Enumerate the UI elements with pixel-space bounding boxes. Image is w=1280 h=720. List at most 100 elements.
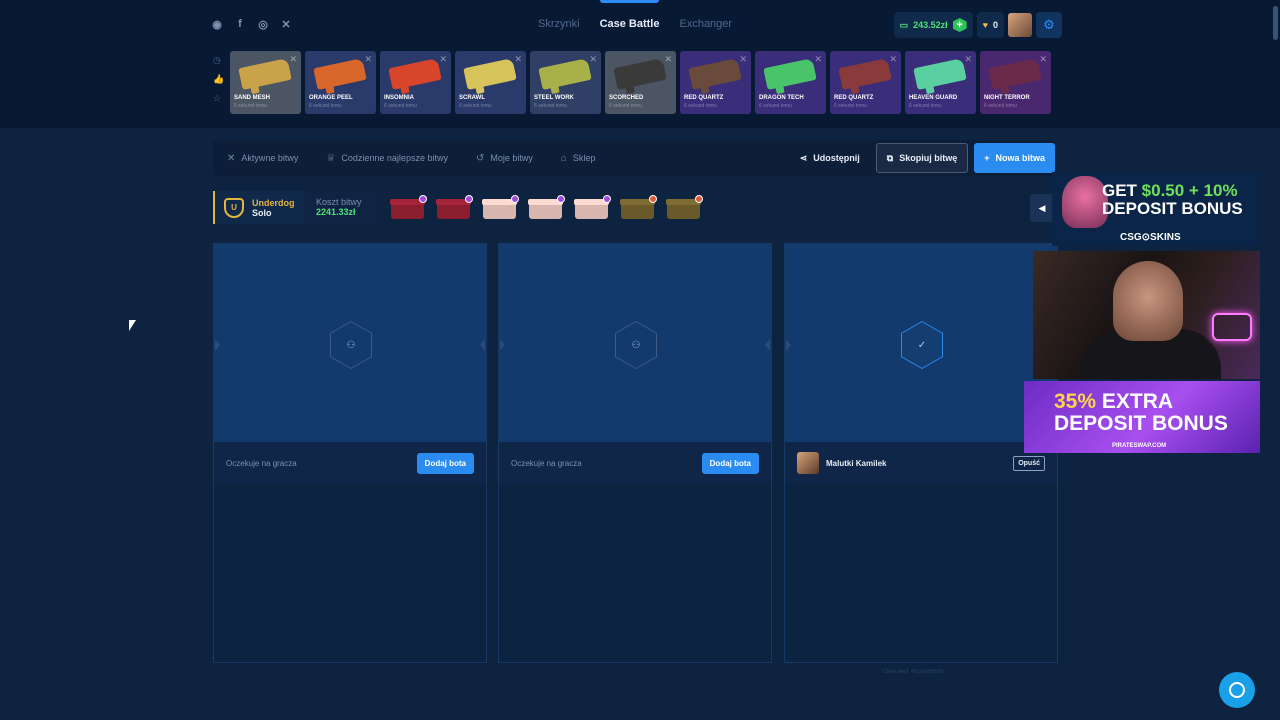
tab-daily-best[interactable]: ♕ Codzienne najlepsze bitwy bbox=[326, 153, 448, 164]
case-thumbnail[interactable] bbox=[528, 194, 565, 221]
close-icon[interactable]: ✕ bbox=[964, 54, 972, 65]
player-name: Malutki Kamilek bbox=[826, 458, 887, 468]
live-drop-card[interactable]: ✕ NIGHT TERROR 6 sekund temu bbox=[980, 51, 1051, 114]
close-icon[interactable]: ✕ bbox=[739, 54, 747, 65]
underdog-shield-icon: U bbox=[224, 197, 244, 218]
live-drop-card[interactable]: ✕ SCORCHED 6 sekund temu bbox=[605, 51, 676, 114]
user-avatar[interactable] bbox=[1008, 13, 1032, 37]
weapon-skin-image bbox=[463, 58, 517, 90]
live-drops-feed: ✕ SAND MESH 6 sekund temu ✕ ORANGE PEEL 6 sek… bbox=[230, 51, 1062, 115]
case-thumbnail[interactable] bbox=[436, 194, 473, 221]
live-drop-card[interactable]: ✕ SCRAWL 6 sekund temu bbox=[455, 51, 526, 114]
drop-skin-name: NIGHT TERROR bbox=[984, 95, 1030, 101]
live-drop-card[interactable]: ✕ STEEL WORK 6 sekund temu bbox=[530, 51, 601, 114]
live-drop-card[interactable]: ✕ ORANGE PEEL 6 sekund temu bbox=[305, 51, 376, 114]
gems-value: 0 bbox=[992, 20, 998, 30]
empty-player-hex: ⚇ bbox=[330, 321, 372, 369]
add-bot-button[interactable]: Dodaj bota bbox=[701, 452, 759, 474]
nav-skrzynki[interactable]: Skrzynki bbox=[538, 18, 580, 30]
close-icon[interactable]: ✕ bbox=[364, 54, 372, 65]
weapon-skin-image bbox=[388, 58, 442, 90]
x-icon[interactable]: ✕ bbox=[279, 17, 293, 31]
arrow-right-marker bbox=[480, 339, 485, 351]
close-icon[interactable]: ✕ bbox=[289, 54, 297, 65]
player-avatar bbox=[797, 452, 819, 474]
close-icon[interactable]: ✕ bbox=[439, 54, 447, 65]
case-thumbnail[interactable] bbox=[390, 194, 427, 221]
leave-button[interactable]: Opuść bbox=[1013, 455, 1045, 471]
drop-skin-name: STEEL WORK bbox=[534, 95, 574, 101]
copy-battle-button[interactable]: ⧉ Skopiuj bitwę bbox=[875, 143, 969, 173]
history-icon: ↺ bbox=[475, 152, 485, 164]
collapse-arrow-button[interactable]: ◀ bbox=[1030, 194, 1054, 222]
case-rarity-badge bbox=[511, 194, 519, 203]
battle-cost: Koszt bitwy 2241.33zł bbox=[304, 191, 376, 224]
tab-active-battles[interactable]: ✕ Aktywne bitwy bbox=[227, 153, 298, 164]
nav-case-battle[interactable]: Case Battle bbox=[599, 0, 659, 30]
battle-mode: U Underdog Solo bbox=[213, 191, 304, 224]
slot-footer: Malutki Kamilek Opuść bbox=[785, 442, 1057, 484]
battle-actions: ⋖ Udostępnij ⧉ Skopiuj bitwę + Nowa bitw… bbox=[790, 143, 1055, 173]
drop-skin-name: HEAVEN GUARD bbox=[909, 95, 958, 101]
chat-bubble-button[interactable] bbox=[1219, 672, 1255, 708]
case-rarity-badge bbox=[557, 194, 565, 203]
share-button[interactable]: ⋖ Udostępnij bbox=[790, 153, 870, 164]
star-icon[interactable]: ☆ bbox=[213, 93, 224, 104]
gem-icon: ♥ bbox=[982, 20, 988, 30]
close-icon[interactable]: ✕ bbox=[589, 54, 597, 65]
arrow-left-marker bbox=[500, 339, 505, 351]
weapon-skin-image bbox=[538, 58, 592, 90]
case-thumbnail[interactable] bbox=[666, 194, 703, 221]
add-bot-button[interactable]: Dodaj bota bbox=[416, 452, 474, 474]
tab-my-battles[interactable]: ↺ Moje bitwy bbox=[476, 153, 533, 164]
cost-value: 2241.33zł bbox=[316, 207, 356, 217]
ad-headline-part: DEPOSIT BONUS bbox=[1102, 199, 1243, 218]
new-battle-button[interactable]: + Nowa bitwa bbox=[974, 143, 1055, 173]
drop-time: 6 sekund temu bbox=[234, 103, 267, 109]
close-icon[interactable]: ✕ bbox=[1039, 54, 1047, 65]
share-label: Udostępnij bbox=[813, 153, 860, 163]
close-icon[interactable]: ✕ bbox=[889, 54, 897, 65]
case-rarity-badge bbox=[695, 194, 703, 203]
page-scrollbar[interactable] bbox=[1273, 6, 1278, 40]
neon-sign bbox=[1212, 313, 1252, 341]
live-drop-card[interactable]: ✕ SAND MESH 6 sekund temu bbox=[230, 51, 301, 114]
copy-icon: ⧉ bbox=[886, 152, 894, 163]
deposit-plus-icon[interactable]: + bbox=[952, 18, 967, 32]
pirateswap-ad-banner[interactable]: 35% EXTRA DEPOSIT BONUS PIRATESWAP.COM bbox=[1024, 381, 1260, 453]
live-drop-card[interactable]: ✕ DRAGON TECH 6 sekund temu bbox=[755, 51, 826, 114]
weapon-skin-image bbox=[688, 58, 742, 90]
streamer-webcam bbox=[1033, 251, 1260, 379]
live-drop-card[interactable]: ✕ HEAVEN GUARD 6 sekund temu bbox=[905, 51, 976, 114]
arrow-left-marker bbox=[786, 339, 791, 351]
drop-time: 6 sekund temu bbox=[534, 103, 567, 109]
check-icon: ✓ bbox=[917, 339, 927, 351]
instagram-icon[interactable]: ◎ bbox=[256, 17, 270, 31]
facebook-icon[interactable]: f bbox=[233, 17, 247, 31]
balance-display[interactable]: ▭ 243.52zł + bbox=[893, 12, 973, 38]
close-icon[interactable]: ✕ bbox=[664, 54, 672, 65]
csgoskins-ad-banner[interactable]: GET $0.50 + 10% DEPOSIT BONUS CSG⊙SKINS bbox=[1052, 172, 1260, 246]
drop-skin-name: INSOMNIA bbox=[384, 95, 414, 101]
close-icon[interactable]: ✕ bbox=[814, 54, 822, 65]
live-drop-card[interactable]: ✕ RED QUARTZ 6 sekund temu bbox=[830, 51, 901, 114]
drop-skin-name: SCRAWL bbox=[459, 95, 485, 101]
tab-label: Sklep bbox=[572, 153, 596, 163]
case-thumbnail[interactable] bbox=[482, 194, 519, 221]
nav-exchanger[interactable]: Exchanger bbox=[679, 18, 732, 30]
drop-skin-name: ORANGE PEEL bbox=[309, 95, 353, 101]
settings-gear-icon[interactable]: ⚙ bbox=[1036, 12, 1062, 38]
copy-label: Skopiuj bitwę bbox=[899, 153, 958, 163]
live-drop-card[interactable]: ✕ INSOMNIA 6 sekund temu bbox=[380, 51, 451, 114]
case-thumbnail[interactable] bbox=[574, 194, 611, 221]
drop-skin-name: SAND MESH bbox=[234, 95, 271, 101]
drop-skin-name: SCORCHED bbox=[609, 95, 644, 101]
case-thumbnail[interactable] bbox=[620, 194, 657, 221]
clock-icon[interactable]: ◷ bbox=[213, 55, 224, 66]
tab-shop[interactable]: ⌂ Sklep bbox=[561, 153, 596, 164]
thumbs-up-icon[interactable]: 👍 bbox=[213, 74, 224, 85]
close-icon[interactable]: ✕ bbox=[514, 54, 522, 65]
live-drop-card[interactable]: ✕ RED QUARTZ 6 sekund temu bbox=[680, 51, 751, 114]
discord-icon[interactable]: ◉ bbox=[210, 17, 224, 31]
gems-display[interactable]: ♥ 0 bbox=[976, 12, 1004, 38]
